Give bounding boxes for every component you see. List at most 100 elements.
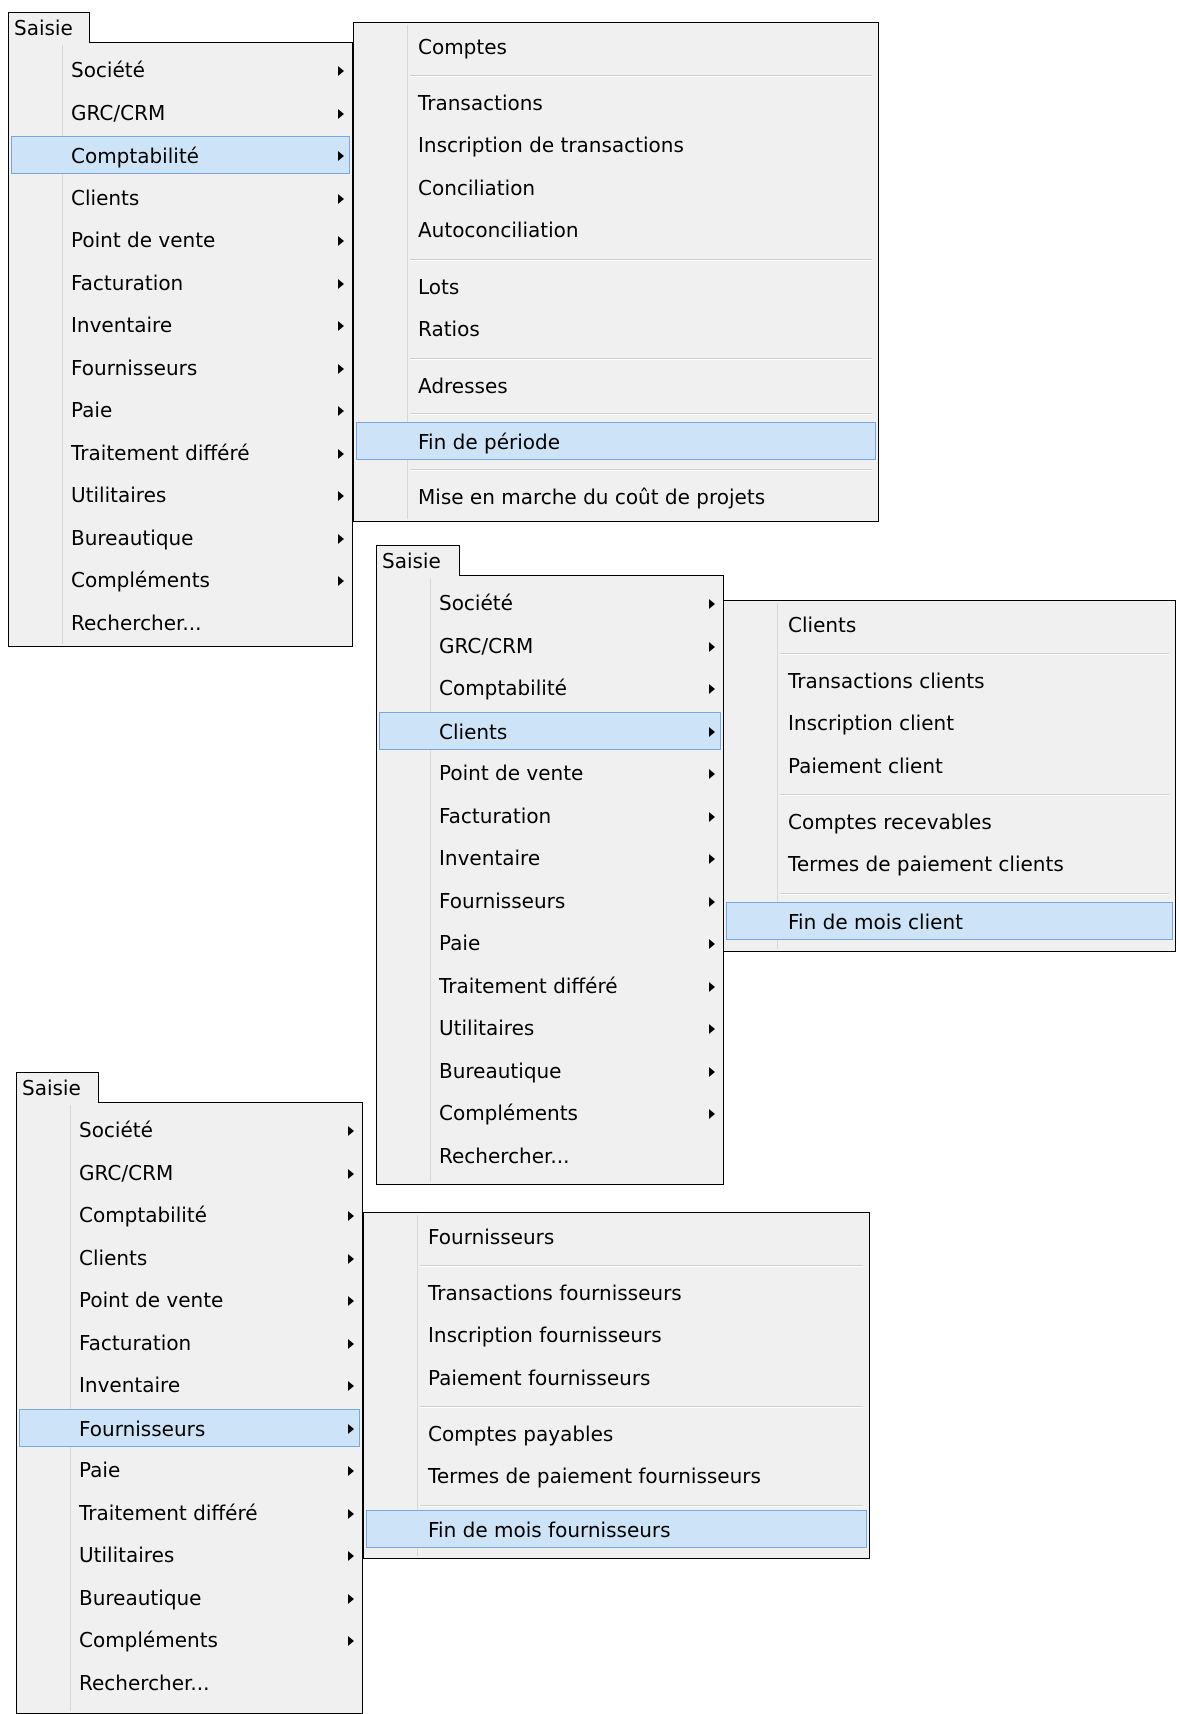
menu-item-paie[interactable]: Paie — [19, 1451, 360, 1489]
menu-item-paie[interactable]: Paie — [379, 924, 721, 962]
menu-item-facturation[interactable]: Facturation — [11, 264, 350, 302]
menu-item-label: Rechercher... — [79, 1671, 210, 1695]
menu-saisie-title[interactable]: Saisie — [8, 12, 90, 43]
submenu-item-mise-en-marche[interactable]: Mise en marche du coût de projets — [356, 478, 876, 516]
menu-item-bureautique[interactable]: Bureautique — [19, 1579, 360, 1617]
submenu-item-clients[interactable]: Clients — [726, 606, 1173, 644]
submenu-item-conciliation[interactable]: Conciliation — [356, 169, 876, 207]
menu-item-fournisseurs[interactable]: Fournisseurs — [19, 1409, 360, 1447]
submenu-arrow-icon — [348, 1509, 354, 1519]
menu-item-comptabilite[interactable]: Comptabilité — [379, 669, 721, 707]
submenu-item-lots[interactable]: Lots — [356, 268, 876, 306]
menu-item-rechercher[interactable]: Rechercher... — [19, 1664, 360, 1702]
submenu-item-inscription-client[interactable]: Inscription client — [726, 704, 1173, 742]
menu-item-complements[interactable]: Compléments — [19, 1621, 360, 1659]
menu-item-label: Fournisseurs — [79, 1417, 206, 1441]
menu-item-complements[interactable]: Compléments — [11, 561, 350, 599]
menu-item-label: Bureautique — [79, 1586, 202, 1610]
menu-item-inventaire[interactable]: Inventaire — [379, 839, 721, 877]
menu-item-label: Clients — [439, 720, 508, 744]
submenu-item-label: Fin de mois client — [788, 910, 963, 934]
menu-saisie-title[interactable]: Saisie — [376, 545, 460, 576]
menu-item-traitement-differe[interactable]: Traitement différé — [11, 434, 350, 472]
submenu-arrow-icon — [338, 194, 344, 204]
menu-item-facturation[interactable]: Facturation — [379, 797, 721, 835]
submenu-item-fin-de-periode[interactable]: Fin de période — [356, 422, 876, 460]
submenu-item-label: Comptes recevables — [788, 810, 992, 834]
menu-item-bureautique[interactable]: Bureautique — [11, 519, 350, 557]
submenu-item-paiement-fournisseurs[interactable]: Paiement fournisseurs — [366, 1359, 867, 1397]
submenu-item-inscription-transactions[interactable]: Inscription de transactions — [356, 126, 876, 164]
submenu-item-transactions-clients[interactable]: Transactions clients — [726, 662, 1173, 700]
submenu-item-fin-de-mois-fournisseurs[interactable]: Fin de mois fournisseurs — [366, 1510, 867, 1548]
submenu-item-label: Termes de paiement fournisseurs — [428, 1464, 761, 1488]
submenu-item-label: Lots — [418, 275, 460, 299]
menu-item-label: Utilitaires — [71, 483, 167, 507]
submenu-arrow-icon — [709, 897, 715, 907]
submenu-item-paiement-client[interactable]: Paiement client — [726, 747, 1173, 785]
submenu-item-adresses[interactable]: Adresses — [356, 367, 876, 405]
menu-item-clients[interactable]: Clients — [379, 712, 721, 750]
menu-item-societe[interactable]: Société — [379, 584, 721, 622]
submenu-arrow-icon — [348, 1466, 354, 1476]
submenu-item-label: Clients — [788, 613, 857, 637]
menu-item-label: Utilitaires — [79, 1543, 175, 1567]
menu-item-fournisseurs[interactable]: Fournisseurs — [11, 349, 350, 387]
menu-separator — [420, 1505, 863, 1507]
menu-item-utilitaires[interactable]: Utilitaires — [379, 1009, 721, 1047]
submenu-item-inscription-fournisseurs[interactable]: Inscription fournisseurs — [366, 1316, 867, 1354]
menu-item-utilitaires[interactable]: Utilitaires — [11, 476, 350, 514]
submenu-item-termes-paiement-clients[interactable]: Termes de paiement clients — [726, 845, 1173, 883]
submenu-item-comptes[interactable]: Comptes — [356, 28, 876, 66]
submenu-item-fin-de-mois-client[interactable]: Fin de mois client — [726, 902, 1173, 940]
menu-item-label: Facturation — [79, 1331, 192, 1355]
menu-item-label: Inventaire — [439, 846, 541, 870]
menu-item-label: Rechercher... — [71, 611, 202, 635]
submenu-arrow-icon — [348, 1339, 354, 1349]
menu-item-fournisseurs[interactable]: Fournisseurs — [379, 882, 721, 920]
menu-item-bureautique[interactable]: Bureautique — [379, 1052, 721, 1090]
menu-item-societe[interactable]: Société — [11, 51, 350, 89]
menu-item-paie[interactable]: Paie — [11, 391, 350, 429]
menu-item-label: Rechercher... — [439, 1144, 570, 1168]
menu-item-grc-crm[interactable]: GRC/CRM — [19, 1154, 360, 1192]
submenu-item-termes-paiement-fournisseurs[interactable]: Termes de paiement fournisseurs — [366, 1457, 867, 1495]
menu-item-inventaire[interactable]: Inventaire — [11, 306, 350, 344]
menu-item-label: Compléments — [79, 1628, 218, 1652]
submenu-item-transactions[interactable]: Transactions — [356, 84, 876, 122]
menu-item-label: Traitement différé — [71, 441, 250, 465]
menu-item-inventaire[interactable]: Inventaire — [19, 1366, 360, 1404]
menu-item-clients[interactable]: Clients — [19, 1239, 360, 1277]
submenu-item-label: Termes de paiement clients — [788, 852, 1064, 876]
menu-item-point-de-vente[interactable]: Point de vente — [11, 221, 350, 259]
menu-item-complements[interactable]: Compléments — [379, 1094, 721, 1132]
menu-item-clients[interactable]: Clients — [11, 179, 350, 217]
menu-item-rechercher[interactable]: Rechercher... — [11, 604, 350, 642]
menu-item-societe[interactable]: Société — [19, 1111, 360, 1149]
menu-item-rechercher[interactable]: Rechercher... — [379, 1137, 721, 1175]
submenu-item-transactions-fournisseurs[interactable]: Transactions fournisseurs — [366, 1274, 867, 1312]
menu-item-comptabilite[interactable]: Comptabilité — [11, 136, 350, 174]
menu-item-facturation[interactable]: Facturation — [19, 1324, 360, 1362]
menu-saisie-title[interactable]: Saisie — [16, 1072, 99, 1103]
submenu-item-comptes-recevables[interactable]: Comptes recevables — [726, 803, 1173, 841]
submenu-item-autoconciliation[interactable]: Autoconciliation — [356, 211, 876, 249]
submenu-item-comptes-payables[interactable]: Comptes payables — [366, 1415, 867, 1453]
submenu-item-ratios[interactable]: Ratios — [356, 310, 876, 348]
submenu-arrow-icon — [709, 939, 715, 949]
menu-item-comptabilite[interactable]: Comptabilité — [19, 1196, 360, 1234]
submenu-item-fournisseurs[interactable]: Fournisseurs — [366, 1218, 867, 1256]
submenu-arrow-icon — [348, 1636, 354, 1646]
menu-item-traitement-differe[interactable]: Traitement différé — [19, 1494, 360, 1532]
menu-item-point-de-vente[interactable]: Point de vente — [379, 754, 721, 792]
menu-item-grc-crm[interactable]: GRC/CRM — [379, 627, 721, 665]
menu-item-label: Inventaire — [71, 313, 173, 337]
menu-item-point-de-vente[interactable]: Point de vente — [19, 1281, 360, 1319]
submenu-arrow-icon — [338, 151, 344, 161]
submenu-arrow-icon — [348, 1211, 354, 1221]
menu-item-traitement-differe[interactable]: Traitement différé — [379, 967, 721, 1005]
menu-item-utilitaires[interactable]: Utilitaires — [19, 1536, 360, 1574]
menu-item-grc-crm[interactable]: GRC/CRM — [11, 94, 350, 132]
submenu-item-label: Paiement fournisseurs — [428, 1366, 651, 1390]
menu-item-label: Société — [71, 58, 145, 82]
